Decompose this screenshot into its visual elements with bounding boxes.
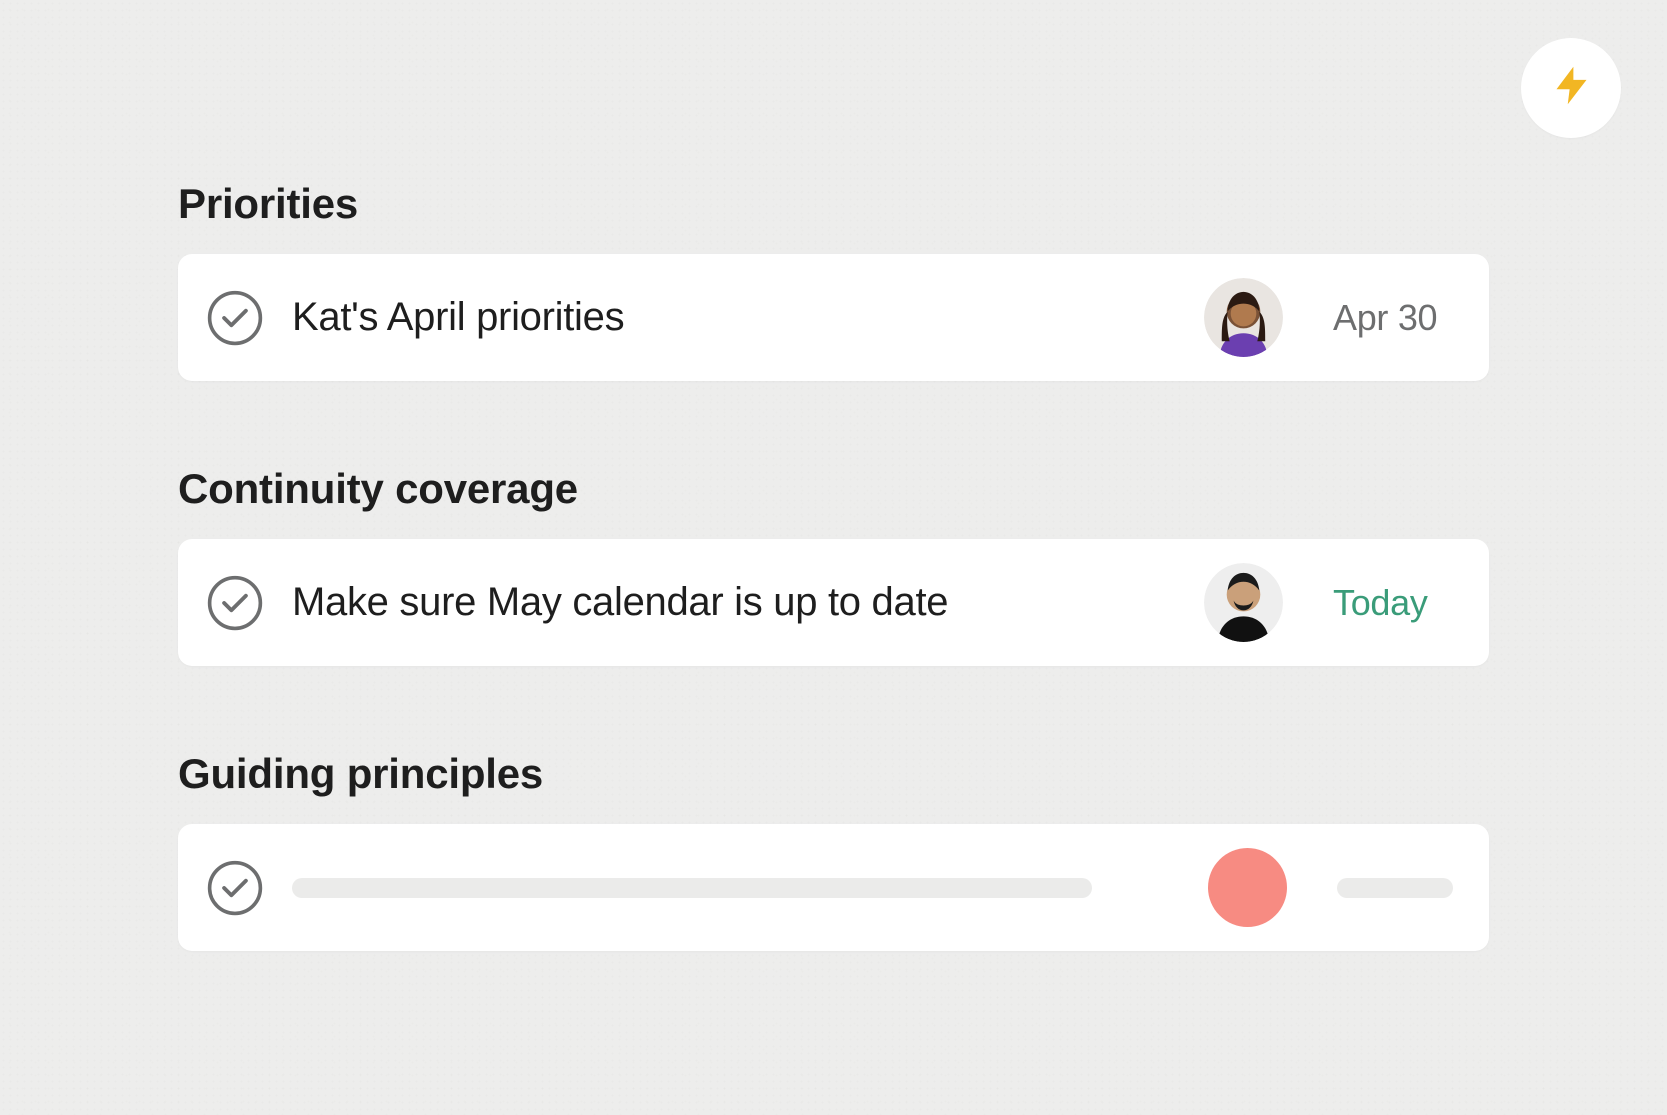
assignee-avatar[interactable] bbox=[1204, 278, 1283, 357]
task-title-placeholder bbox=[292, 878, 1092, 898]
complete-task-button[interactable] bbox=[206, 859, 264, 917]
task-row[interactable]: Make sure May calendar is up to date Tod bbox=[178, 539, 1489, 666]
task-due-date: Apr 30 bbox=[1333, 297, 1453, 339]
task-due-date: Today bbox=[1333, 582, 1453, 624]
complete-task-button[interactable] bbox=[206, 574, 264, 632]
lightning-icon bbox=[1549, 63, 1594, 113]
task-row[interactable]: Kat's April priorities bbox=[178, 254, 1489, 381]
task-title: Make sure May calendar is up to date bbox=[292, 580, 1204, 625]
section-title-priorities: Priorities bbox=[178, 180, 1489, 228]
avatar-icon bbox=[1204, 563, 1283, 642]
assignee-avatar-placeholder[interactable] bbox=[1208, 848, 1287, 927]
assignee-avatar[interactable] bbox=[1204, 563, 1283, 642]
automation-button[interactable] bbox=[1521, 38, 1621, 138]
check-circle-icon bbox=[206, 289, 264, 347]
section-title-guiding: Guiding principles bbox=[178, 750, 1489, 798]
task-row[interactable] bbox=[178, 824, 1489, 951]
task-due-date-placeholder bbox=[1337, 878, 1453, 898]
check-circle-icon bbox=[206, 574, 264, 632]
avatar-icon bbox=[1204, 278, 1283, 357]
section-title-continuity: Continuity coverage bbox=[178, 465, 1489, 513]
complete-task-button[interactable] bbox=[206, 289, 264, 347]
task-title: Kat's April priorities bbox=[292, 295, 1204, 340]
check-circle-icon bbox=[206, 859, 264, 917]
